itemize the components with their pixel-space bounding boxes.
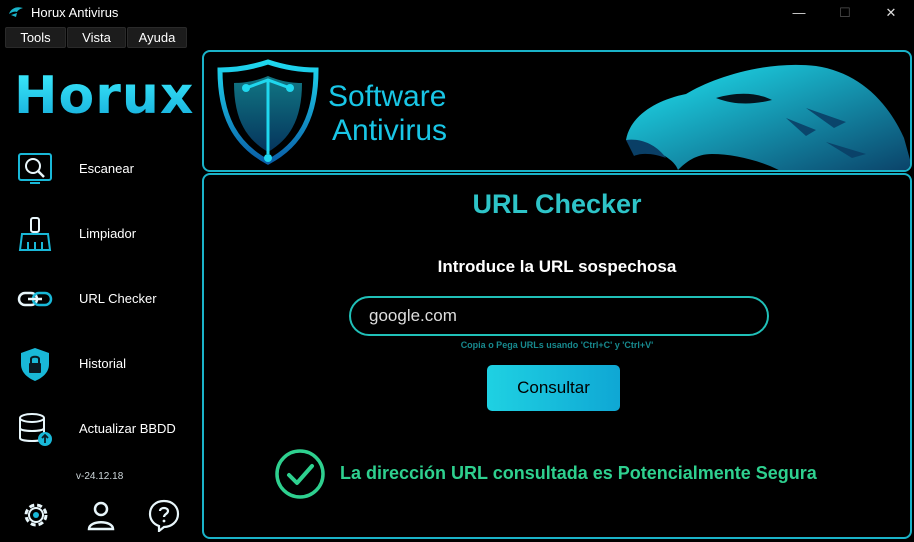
url-prompt-label: Introduce la URL sospechosa <box>437 257 677 276</box>
version-label: v-24.12.18 <box>76 471 124 482</box>
check-circle-icon <box>275 449 325 499</box>
horux-logo: Horux <box>14 66 195 126</box>
sidebar-item-limpiador[interactable]: Limpiador <box>0 209 200 259</box>
sidebar-item-historial[interactable]: Historial <box>0 339 200 389</box>
title-bar: Horux Antivirus — ☐ ✕ <box>0 0 914 25</box>
copy-paste-hint: Copia o Pega URLs usando 'Ctrl+C' y 'Ctr… <box>460 340 654 350</box>
user-icon[interactable] <box>84 498 118 532</box>
sidebar-item-label: URL Checker <box>79 291 157 306</box>
brand-banner: Software Antivirus <box>202 50 912 172</box>
eagle-app-icon <box>9 7 23 17</box>
result-status-text: La dirección URL consultada es Potencial… <box>340 463 817 483</box>
sidebar-item-escanear[interactable]: Escanear <box>0 144 200 194</box>
brand-text-antivirus: Antivirus <box>332 114 448 147</box>
shield-lock-icon <box>21 348 49 381</box>
menu-ayuda[interactable]: Ayuda <box>127 27 187 48</box>
menu-tools[interactable]: Tools <box>5 27 66 48</box>
window-title: Horux Antivirus <box>31 5 119 20</box>
sidebar-item-label: Limpiador <box>79 226 137 241</box>
sidebar-item-label: Escanear <box>79 161 134 176</box>
link-icon <box>17 291 53 307</box>
url-checker-panel: URL Checker Introduce la URL sospechosa … <box>202 173 912 539</box>
scan-icon <box>18 153 52 184</box>
sidebar-item-url-checker[interactable]: URL Checker <box>0 274 200 324</box>
sidebar-item-label: Actualizar BBDD <box>79 421 176 436</box>
menu-bar: Tools Vista Ayuda <box>0 27 200 49</box>
minimize-button[interactable]: — <box>776 0 822 25</box>
eagle-emblem-icon <box>626 64 910 170</box>
database-update-icon <box>19 413 52 446</box>
help-icon[interactable] <box>147 498 181 532</box>
url-input[interactable] <box>349 296 769 336</box>
page-title: URL Checker <box>472 189 642 219</box>
sidebar: Horux Escanear Limpiador URL Checker His… <box>0 52 200 542</box>
brand-text-software: Software <box>328 80 447 113</box>
broom-icon <box>18 217 52 251</box>
maximize-button[interactable]: ☐ <box>822 0 868 25</box>
consultar-button[interactable]: Consultar <box>487 365 620 411</box>
sidebar-item-actualizar-bbdd[interactable]: Actualizar BBDD <box>0 404 200 454</box>
menu-vista[interactable]: Vista <box>67 27 126 48</box>
sidebar-item-label: Historial <box>79 356 126 371</box>
gear-icon[interactable] <box>19 498 53 532</box>
shield-logo-icon <box>217 59 319 165</box>
close-button[interactable]: ✕ <box>868 0 914 25</box>
